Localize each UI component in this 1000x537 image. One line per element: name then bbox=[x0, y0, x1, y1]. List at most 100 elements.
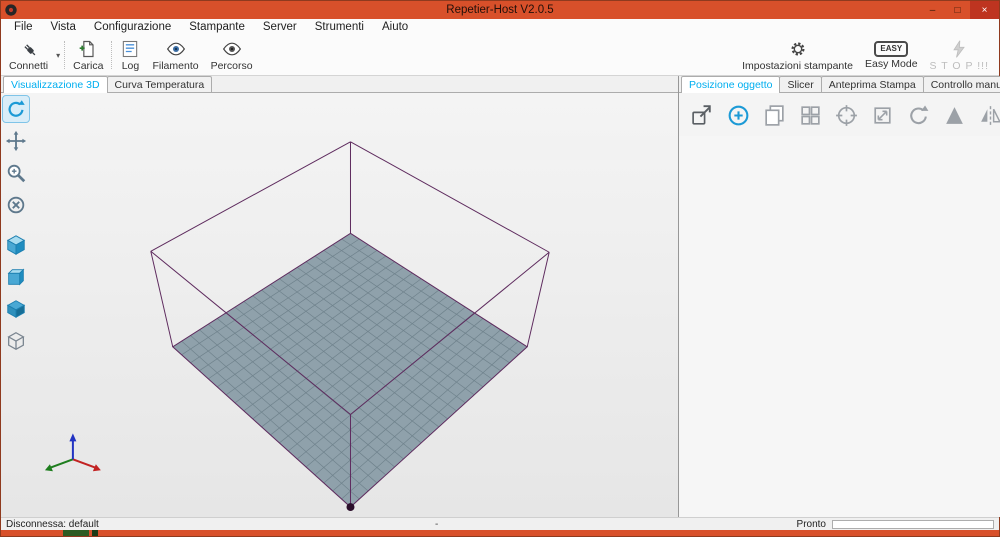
view-iso-icon bbox=[5, 234, 27, 256]
show-filament-button[interactable]: Filamento bbox=[146, 36, 204, 74]
scale-object-button[interactable] bbox=[869, 102, 896, 129]
menu-configurazione[interactable]: Configurazione bbox=[85, 20, 180, 34]
easy-mode-label: Easy Mode bbox=[865, 58, 918, 70]
add-object-button[interactable] bbox=[725, 102, 752, 129]
export-icon bbox=[690, 103, 715, 128]
tab-curva-temperatura[interactable]: Curva Temperatura bbox=[107, 76, 213, 92]
zoom-view-button[interactable] bbox=[3, 160, 29, 186]
load-label: Carica bbox=[73, 60, 103, 72]
printer-settings-button[interactable]: Impostazioni stampante bbox=[736, 36, 859, 74]
rotate-object-icon bbox=[906, 103, 931, 128]
front-view-button[interactable] bbox=[3, 264, 29, 290]
menu-bar: File Vista Configurazione Stampante Serv… bbox=[1, 19, 999, 35]
menu-vista[interactable]: Vista bbox=[42, 20, 85, 34]
window-title: Repetier-Host V2.0.5 bbox=[1, 4, 999, 16]
emergency-stop-button[interactable]: S T O P !!! bbox=[924, 36, 995, 74]
export-object-button[interactable] bbox=[689, 102, 716, 129]
maximize-button[interactable]: □ bbox=[945, 1, 970, 19]
filament-label: Filamento bbox=[152, 60, 198, 72]
menu-server[interactable]: Server bbox=[254, 20, 306, 34]
eye-travel-icon bbox=[222, 39, 242, 59]
easy-mode-button[interactable]: EASY Easy Mode bbox=[859, 36, 924, 74]
mirror-object-button[interactable] bbox=[977, 102, 1000, 129]
left-pane: Visualizzazione 3D Curva Temperatura bbox=[1, 76, 679, 517]
progress-bar bbox=[832, 520, 994, 529]
autoposition-button[interactable] bbox=[797, 102, 824, 129]
isometric-view-button[interactable] bbox=[3, 232, 29, 258]
load-file-icon bbox=[78, 39, 98, 59]
log-button[interactable]: Log bbox=[114, 36, 146, 74]
lightning-icon bbox=[949, 39, 969, 59]
app-window: Repetier-Host V2.0.5 – □ × File Vista Co… bbox=[0, 0, 1000, 537]
status-bar: Disconnessa: default - Pronto bbox=[1, 517, 999, 530]
axes-indicator bbox=[45, 433, 101, 471]
fit-objects-icon bbox=[5, 330, 27, 352]
fit-view-button[interactable] bbox=[3, 192, 29, 218]
menu-file[interactable]: File bbox=[5, 20, 42, 34]
show-travel-button[interactable]: Percorso bbox=[205, 36, 259, 74]
log-label: Log bbox=[122, 60, 140, 72]
fit-objects-button[interactable] bbox=[3, 328, 29, 354]
printer-settings-label: Impostazioni stampante bbox=[742, 60, 853, 72]
status-center-text: - bbox=[435, 519, 438, 530]
tab-posizione-oggetto[interactable]: Posizione oggetto bbox=[681, 76, 780, 93]
autoposition-icon bbox=[798, 103, 823, 128]
move-view-button[interactable] bbox=[3, 128, 29, 154]
connect-button[interactable]: Connetti bbox=[3, 36, 54, 74]
taskbar-sliver bbox=[1, 530, 999, 536]
toolbar-separator bbox=[111, 41, 112, 69]
bed-origin-marker bbox=[346, 503, 354, 511]
load-button[interactable]: Carica bbox=[67, 36, 109, 74]
top-view-button[interactable] bbox=[3, 296, 29, 322]
main-toolbar: Connetti ▾ Carica Log Filamento bbox=[1, 35, 999, 76]
close-button[interactable]: × bbox=[970, 1, 999, 19]
title-bar: Repetier-Host V2.0.5 – □ × bbox=[1, 1, 999, 19]
center-object-icon bbox=[834, 103, 859, 128]
ready-status: Pronto bbox=[797, 519, 826, 530]
taskbar-icon-fragment bbox=[63, 530, 89, 536]
log-icon bbox=[120, 39, 140, 59]
copy-object-icon bbox=[762, 103, 787, 128]
right-pane: Posizione oggetto Slicer Anteprima Stamp… bbox=[679, 76, 1000, 517]
rotate-view-button[interactable] bbox=[3, 96, 29, 122]
view-top-icon bbox=[5, 298, 27, 320]
taskbar-icon-fragment bbox=[92, 530, 98, 536]
print-bed-scene bbox=[1, 93, 678, 517]
tab-visualizzazione-3d[interactable]: Visualizzazione 3D bbox=[3, 76, 108, 93]
plug-icon bbox=[19, 39, 39, 59]
menu-strumenti[interactable]: Strumenti bbox=[306, 20, 373, 34]
fit-view-icon bbox=[5, 194, 27, 216]
viewport-3d[interactable] bbox=[1, 93, 678, 517]
eye-filament-icon bbox=[166, 39, 186, 59]
right-tab-strip: Posizione oggetto Slicer Anteprima Stamp… bbox=[679, 76, 1000, 93]
menu-stampante[interactable]: Stampante bbox=[180, 20, 254, 34]
move-icon bbox=[5, 130, 27, 152]
rotate-icon bbox=[5, 98, 27, 120]
left-tab-strip: Visualizzazione 3D Curva Temperatura bbox=[1, 76, 678, 93]
tab-slicer[interactable]: Slicer bbox=[779, 76, 821, 92]
connect-label: Connetti bbox=[9, 60, 48, 72]
mirror-object-icon bbox=[978, 103, 1000, 128]
add-object-icon bbox=[726, 103, 751, 128]
object-placement-toolbar bbox=[679, 93, 1000, 136]
copy-object-button[interactable] bbox=[761, 102, 788, 129]
gear-icon bbox=[788, 39, 808, 59]
view-side-toolbar bbox=[3, 96, 29, 354]
scale-object-icon bbox=[870, 103, 895, 128]
travel-label: Percorso bbox=[211, 60, 253, 72]
center-object-button[interactable] bbox=[833, 102, 860, 129]
minimize-button[interactable]: – bbox=[920, 1, 945, 19]
main-area: Visualizzazione 3D Curva Temperatura bbox=[1, 76, 999, 517]
easy-mode-badge-icon: EASY bbox=[874, 41, 908, 57]
connect-dropdown-arrow-icon[interactable]: ▾ bbox=[54, 36, 62, 74]
toolbar-separator bbox=[64, 41, 65, 69]
tab-controllo-manuale[interactable]: Controllo manuale bbox=[923, 76, 1000, 92]
tab-anteprima-stampa[interactable]: Anteprima Stampa bbox=[821, 76, 924, 92]
connection-status: Disconnessa: default bbox=[6, 519, 99, 530]
drop-object-icon bbox=[942, 103, 967, 128]
drop-object-button[interactable] bbox=[941, 102, 968, 129]
stop-label: S T O P !!! bbox=[930, 60, 989, 72]
z-axis-arrow bbox=[69, 433, 76, 441]
rotate-object-button[interactable] bbox=[905, 102, 932, 129]
menu-aiuto[interactable]: Aiuto bbox=[373, 20, 417, 34]
